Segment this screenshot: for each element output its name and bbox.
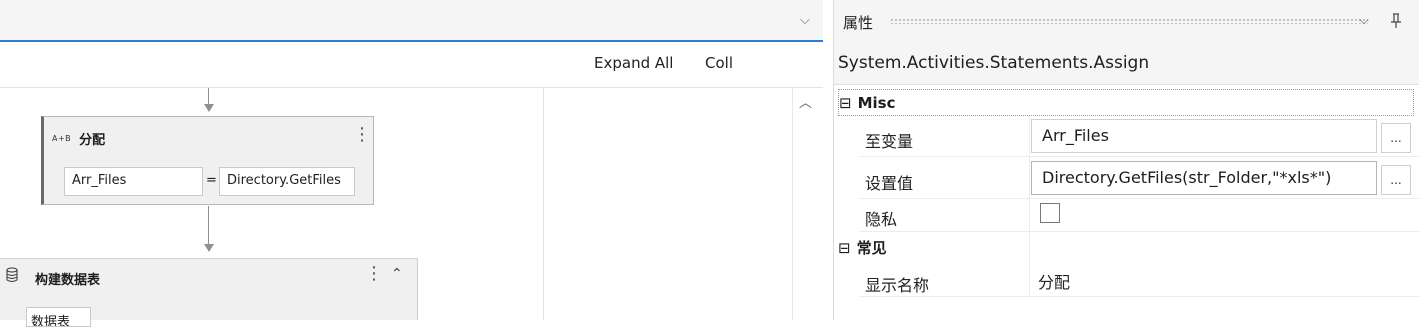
property-name-value: 设置值 — [865, 174, 914, 193]
designer-tab-bar: ⌵ — [0, 0, 823, 42]
workflow-designer: ⌵ Expand All Coll ︿ A+B 分配 ⋮ Arr_Files =… — [0, 0, 823, 327]
row-divider — [859, 156, 1419, 157]
equals-sign: = — [206, 173, 217, 188]
collapse-up-icon[interactable]: ⌃ — [391, 266, 403, 282]
activity-type-bar: System.Activities.Statements.Assign — [834, 42, 1419, 85]
canvas-divider — [543, 88, 544, 320]
chevron-down-icon[interactable]: ⌵ — [800, 13, 810, 28]
flow-connector — [208, 206, 209, 246]
section-label: 常见 — [856, 239, 887, 257]
arrow-down-icon — [204, 244, 214, 252]
column-divider — [1029, 116, 1030, 296]
row-divider — [859, 198, 1419, 199]
expand-all-link[interactable]: Expand All — [594, 54, 673, 72]
collapse-toggle-icon[interactable]: ⊟ — [839, 94, 852, 112]
build-data-table-card[interactable]: 构建数据表 ⋮ ⌃ 数据表 — [0, 258, 418, 327]
property-name-display-name: 显示名称 — [865, 276, 930, 295]
activity-title: 构建数据表 — [35, 273, 101, 288]
section-label: Misc — [857, 93, 896, 112]
property-name-to: 至变量 — [865, 132, 914, 151]
property-grid: ⊟ Misc 至变量 Arr_Files ... 设置值 Directory.G… — [834, 86, 1419, 320]
activity-title: 分配 — [79, 133, 106, 148]
drag-grip[interactable] — [890, 18, 1368, 24]
arrow-down-icon — [204, 104, 214, 112]
section-common[interactable]: ⊟ 常见 — [838, 234, 1414, 261]
property-name-private: 隐私 — [865, 210, 898, 229]
assign-activity-card[interactable]: A+B 分配 ⋮ Arr_Files = Directory.GetFiles — [41, 116, 374, 205]
assign-to-field[interactable]: Arr_Files — [64, 167, 203, 196]
activity-type-name: System.Activities.Statements.Assign — [838, 53, 1150, 73]
vertical-scrollbar[interactable]: ︿ — [792, 88, 823, 320]
panel-title: 属性 — [843, 14, 874, 32]
to-variable-ellipsis-button[interactable]: ... — [1381, 123, 1411, 153]
assign-icon: A+B — [52, 134, 72, 143]
table-icon — [6, 267, 18, 282]
designer-toolbar: Expand All Coll — [0, 44, 823, 88]
collapse-all-link[interactable]: Coll — [705, 54, 745, 72]
chevron-down-icon[interactable]: ⌵ — [1359, 13, 1369, 28]
properties-header: 属性 ⌵ — [834, 0, 1419, 42]
section-misc[interactable]: ⊟ Misc — [838, 89, 1414, 116]
data-table-button[interactable]: 数据表 — [26, 307, 91, 327]
to-variable-input[interactable]: Arr_Files — [1031, 119, 1377, 153]
row-divider — [859, 296, 1419, 297]
private-checkbox[interactable] — [1040, 203, 1060, 223]
kebab-menu-icon[interactable]: ⋮ — [353, 126, 371, 144]
properties-panel: 属性 ⌵ System.Activities.Statements.Assign… — [833, 0, 1419, 320]
pin-icon[interactable] — [1390, 13, 1402, 29]
value-ellipsis-button[interactable]: ... — [1381, 165, 1411, 195]
display-name-value[interactable]: 分配 — [1038, 269, 1070, 293]
kebab-menu-icon[interactable]: ⋮ — [365, 265, 383, 283]
activity-header: A+B 分配 — [52, 129, 105, 148]
scroll-up-icon[interactable]: ︿ — [799, 92, 812, 111]
value-input[interactable]: Directory.GetFiles(str_Folder,"*xls*") — [1031, 161, 1377, 195]
row-divider — [859, 231, 1419, 232]
collapse-toggle-icon[interactable]: ⊟ — [838, 239, 851, 257]
assign-value-field[interactable]: Directory.GetFiles — [219, 167, 355, 196]
